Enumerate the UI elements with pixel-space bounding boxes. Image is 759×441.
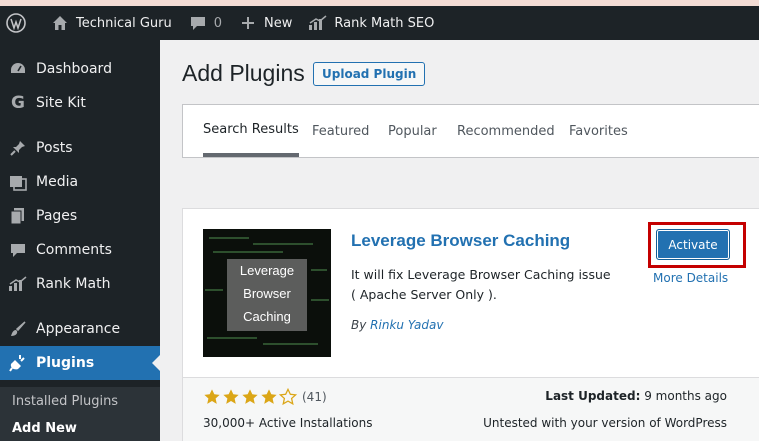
admin-sidebar: Dashboard G Site Kit Posts Media Pages C…	[0, 40, 160, 441]
sidebar-item-rank-math[interactable]: Rank Math	[0, 267, 160, 301]
sidebar-item-label: Posts	[36, 140, 73, 156]
compatibility-notice: Untested with your version of WordPress	[483, 416, 727, 430]
star-full-icon	[261, 389, 277, 404]
sidebar-item-label: Appearance	[36, 321, 121, 337]
sidebar-item-pages[interactable]: Pages	[0, 199, 160, 233]
sidebar-item-plugins[interactable]: Plugins	[0, 346, 160, 380]
pages-icon	[8, 206, 28, 226]
sidebar-item-site-kit[interactable]: G Site Kit	[0, 86, 160, 120]
new-content-link[interactable]: New	[230, 6, 300, 40]
thumbnail-caption-line: Leverage	[239, 263, 295, 278]
site-name-link[interactable]: Technical Guru	[42, 6, 180, 40]
plug-icon	[8, 353, 28, 373]
plugin-description-line: ( Apache Server Only ).	[351, 287, 497, 302]
media-icon	[8, 172, 28, 192]
tab-search-results[interactable]: Search Results	[203, 105, 299, 157]
comments-link[interactable]: 0	[180, 6, 230, 40]
dashboard-icon	[8, 59, 28, 79]
tab-featured[interactable]: Featured	[312, 105, 369, 157]
last-updated-label: Last Updated:	[545, 389, 641, 403]
comments-count: 0	[213, 15, 223, 31]
sidebar-item-label: Plugins	[36, 355, 95, 371]
sidebar-item-label: Pages	[36, 208, 78, 224]
upload-plugin-button[interactable]: Upload Plugin	[313, 62, 426, 86]
sidebar-item-label: Comments	[36, 242, 112, 258]
plus-icon	[238, 13, 258, 33]
star-empty-icon	[279, 388, 297, 406]
plugin-name-link[interactable]: Leverage Browser Caching	[351, 231, 570, 251]
plugins-submenu: Installed Plugins Add New	[0, 387, 160, 441]
sidebar-item-appearance[interactable]: Appearance	[0, 312, 160, 346]
code-line	[209, 237, 249, 239]
code-line	[253, 243, 313, 245]
sidebar-item-label: Dashboard	[36, 61, 112, 77]
plugin-card-top: Leverage Browser Caching Leverage Browse…	[183, 209, 759, 377]
star-rating: (41)	[203, 388, 327, 406]
tab-popular[interactable]: Popular	[388, 105, 437, 157]
code-line	[213, 251, 283, 253]
rank-math-seo-link[interactable]: Rank Math SEO	[300, 6, 442, 40]
thumbnail-caption: Leverage Browser Caching	[227, 259, 307, 331]
rating-count[interactable]: (41)	[302, 390, 327, 404]
comment-icon	[8, 240, 28, 260]
sidebar-item-label: Site Kit	[36, 95, 86, 111]
sidebar-item-posts[interactable]: Posts	[0, 131, 160, 165]
admin-bar: Technical Guru 0 New Rank Math SEO	[0, 6, 759, 40]
plugin-author: By Rinku Yadav	[351, 318, 443, 332]
author-prefix: By	[351, 318, 367, 332]
google-g-icon: G	[11, 93, 25, 113]
new-label: New	[264, 15, 293, 31]
plugin-filter-bar: Search Results Featured Popular Recommen…	[182, 104, 759, 158]
activate-button[interactable]: Activate	[656, 229, 730, 260]
more-details-link[interactable]: More Details	[653, 271, 728, 285]
wordpress-logo-icon	[6, 13, 26, 33]
plugin-thumbnail[interactable]: Leverage Browser Caching	[203, 229, 331, 357]
rank-math-chart-icon	[308, 13, 328, 33]
plugin-card: Leverage Browser Caching Leverage Browse…	[182, 208, 759, 441]
pin-icon	[8, 138, 28, 158]
site-name: Technical Guru	[76, 15, 172, 31]
star-full-icon	[242, 389, 258, 404]
wordpress-logo-button[interactable]	[0, 6, 42, 40]
active-installs: 30,000+ Active Installations	[203, 416, 373, 430]
sidebar-item-dashboard[interactable]: Dashboard	[0, 52, 160, 86]
code-line	[311, 299, 329, 301]
author-link[interactable]: Rinku Yadav	[370, 318, 443, 332]
sidebar-item-label: Media	[36, 174, 79, 190]
submenu-item-add-new[interactable]: Add New	[12, 421, 77, 436]
rank-math-seo-label: Rank Math SEO	[334, 15, 435, 31]
thumbnail-caption-line: Caching	[243, 309, 291, 324]
star-full-icon	[204, 389, 220, 404]
tab-favorites[interactable]: Favorites	[569, 105, 628, 157]
home-icon	[50, 13, 70, 33]
plugin-description: It will fix Leverage Browser Caching iss…	[351, 265, 611, 305]
plugin-card-bottom: (41) 30,000+ Active Installations Last U…	[183, 377, 759, 441]
code-line	[311, 269, 327, 271]
star-full-icon	[223, 389, 239, 404]
tab-recommended[interactable]: Recommended	[457, 105, 555, 157]
code-line	[205, 289, 223, 291]
sidebar-item-label: Rank Math	[36, 276, 111, 292]
submenu-item-installed-plugins[interactable]: Installed Plugins	[12, 394, 118, 409]
plugin-description-line: It will fix Leverage Browser Caching iss…	[351, 267, 611, 282]
page-title: Add Plugins	[182, 60, 305, 86]
rank-math-icon	[8, 274, 28, 294]
code-line	[207, 337, 257, 339]
last-updated: Last Updated: 9 months ago	[545, 389, 727, 403]
thumbnail-caption-line: Browser	[243, 286, 291, 301]
comment-bubble-icon	[188, 13, 208, 33]
code-line	[263, 343, 318, 345]
sidebar-item-media[interactable]: Media	[0, 165, 160, 199]
sidebar-item-comments[interactable]: Comments	[0, 233, 160, 267]
last-updated-value: 9 months ago	[644, 389, 727, 403]
brush-icon	[8, 319, 28, 339]
